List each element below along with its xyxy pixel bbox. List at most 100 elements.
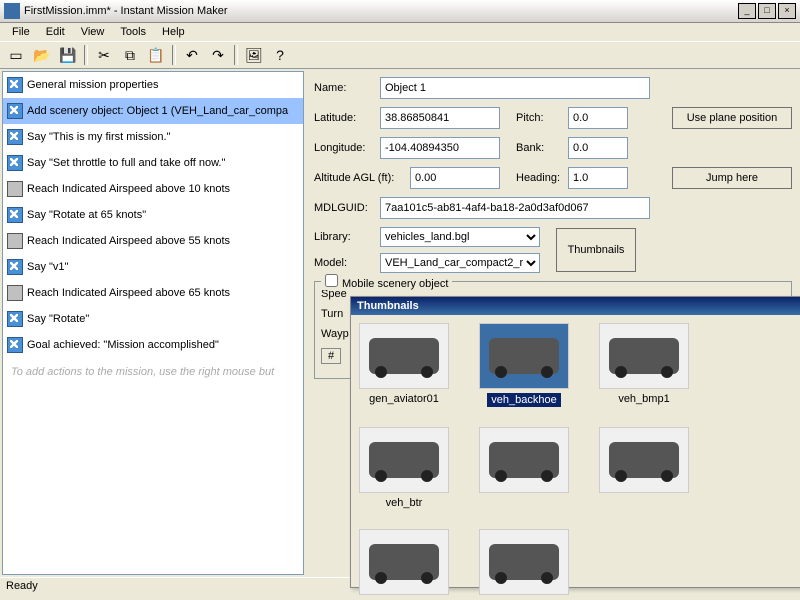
action-list[interactable]: General mission properties Add scenery ob… — [2, 71, 304, 575]
library-select[interactable]: vehicles_land.bgl — [380, 227, 540, 247]
list-item[interactable]: Say "Rotate at 65 knots" — [3, 202, 303, 228]
thumbnail-item[interactable] — [479, 427, 569, 509]
action-icon — [7, 207, 23, 223]
list-item-label: Goal achieved: "Mission accomplished" — [27, 339, 219, 351]
latitude-input[interactable] — [380, 107, 500, 129]
model-select[interactable]: VEH_Land_car_compact2_red — [380, 253, 540, 273]
list-item[interactable]: General mission properties — [3, 72, 303, 98]
list-item[interactable]: Goal achieved: "Mission accomplished" — [3, 332, 303, 358]
menu-edit[interactable]: Edit — [38, 24, 73, 40]
thumbnail-item[interactable]: veh_backhoe — [479, 323, 569, 407]
titlebar: FirstMission.imm* - Instant Mission Make… — [0, 0, 800, 23]
gauge-icon — [7, 285, 23, 301]
minimize-button[interactable]: _ — [738, 3, 756, 19]
action-icon — [7, 77, 23, 93]
close-button[interactable]: × — [778, 3, 796, 19]
open-icon[interactable]: 📂 — [30, 43, 54, 67]
toolbar: ▭📂💾 ✂⧉📋 ↶↷ 🖼? — [0, 42, 800, 69]
bank-input[interactable] — [568, 137, 628, 159]
new-icon[interactable]: ▭ — [4, 43, 28, 67]
thumbnail-label: veh_btr — [386, 497, 423, 509]
altitude-input[interactable] — [410, 167, 500, 189]
action-icon — [7, 155, 23, 171]
name-label: Name: — [314, 82, 374, 94]
thumbnails-title: Thumbnails — [351, 297, 800, 315]
altitude-label: Altitude AGL (ft): — [314, 172, 404, 184]
vehicle-icon — [359, 427, 449, 493]
copy-icon[interactable]: ⧉ — [118, 43, 142, 67]
list-item-label: Say "Rotate at 65 knots" — [27, 209, 146, 221]
gauge-icon — [7, 181, 23, 197]
save-icon[interactable]: 💾 — [56, 43, 80, 67]
use-plane-position-button[interactable]: Use plane position — [672, 107, 792, 129]
thumbnail-item[interactable]: veh_btr — [359, 427, 449, 509]
list-item-label: General mission properties — [27, 79, 158, 91]
paste-icon[interactable]: 📋 — [144, 43, 168, 67]
menu-view[interactable]: View — [73, 24, 113, 40]
vehicle-icon — [359, 323, 449, 389]
action-icon — [7, 259, 23, 275]
bank-label: Bank: — [516, 142, 562, 154]
action-icon — [7, 129, 23, 145]
jump-here-button[interactable]: Jump here — [672, 167, 792, 189]
list-item[interactable]: Add scenery object: Object 1 (VEH_Land_c… — [3, 98, 303, 124]
thumbnails-button[interactable]: Thumbnails — [556, 228, 636, 272]
list-item-label: Reach Indicated Airspeed above 55 knots — [27, 235, 230, 247]
thumbnail-label: veh_bmp1 — [618, 393, 669, 405]
list-item[interactable]: Reach Indicated Airspeed above 10 knots — [3, 176, 303, 202]
vehicle-icon — [479, 529, 569, 595]
cut-icon[interactable]: ✂ — [92, 43, 116, 67]
list-item-label: Say "Set throttle to full and take off n… — [27, 157, 225, 169]
pitch-input[interactable] — [568, 107, 628, 129]
list-item-label: Reach Indicated Airspeed above 10 knots — [27, 183, 230, 195]
vehicle-icon — [599, 427, 689, 493]
sidebar-hint: To add actions to the mission, use the r… — [3, 358, 303, 386]
menu-tools[interactable]: Tools — [112, 24, 154, 40]
name-input[interactable] — [380, 77, 650, 99]
list-item[interactable]: Say "Rotate" — [3, 306, 303, 332]
menubar: FileEditViewToolsHelp — [0, 23, 800, 42]
redo-icon[interactable]: ↷ — [206, 43, 230, 67]
latitude-label: Latitude: — [314, 112, 374, 124]
mdlguid-label: MDLGUID: — [314, 202, 374, 214]
thumbnail-item[interactable]: gen_aviator01 — [359, 323, 449, 407]
gauge-icon — [7, 233, 23, 249]
undo-icon[interactable]: ↶ — [180, 43, 204, 67]
waypoint-hash: # — [321, 348, 341, 364]
mobile-scenery-checkbox[interactable] — [325, 274, 338, 287]
thumbnail-label: veh_backhoe — [487, 393, 560, 407]
heading-label: Heading: — [516, 172, 562, 184]
longitude-input[interactable] — [380, 137, 500, 159]
vehicle-icon — [359, 529, 449, 595]
thumbnails-panel: Thumbnails gen_aviator01 veh_backhoe veh_b… — [350, 296, 800, 588]
list-item-label: Reach Indicated Airspeed above 65 knots — [27, 287, 230, 299]
list-item-label: Say "This is my first mission." — [27, 131, 171, 143]
status-text: Ready — [6, 580, 38, 592]
thumbnail-item[interactable] — [479, 529, 569, 599]
action-icon — [7, 103, 23, 119]
window-title: FirstMission.imm* - Instant Mission Make… — [24, 5, 738, 17]
heading-input[interactable] — [568, 167, 628, 189]
library-label: Library: — [314, 231, 374, 243]
mdlguid-input[interactable] — [380, 197, 650, 219]
thumbnail-label: gen_aviator01 — [369, 393, 439, 405]
list-item[interactable]: Say "This is my first mission." — [3, 124, 303, 150]
vehicle-icon — [599, 323, 689, 389]
menu-file[interactable]: File — [4, 24, 38, 40]
list-item-label: Say "v1" — [27, 261, 68, 273]
list-item[interactable]: Reach Indicated Airspeed above 55 knots — [3, 228, 303, 254]
app-icon — [4, 3, 20, 19]
list-item-label: Say "Rotate" — [27, 313, 89, 325]
help-icon[interactable]: ? — [268, 43, 292, 67]
thumbnail-item[interactable]: veh_bmp1 — [599, 323, 689, 407]
thumbnail-item[interactable] — [359, 529, 449, 599]
maximize-button[interactable]: □ — [758, 3, 776, 19]
list-item[interactable]: Say "Set throttle to full and take off n… — [3, 150, 303, 176]
list-item[interactable]: Say "v1" — [3, 254, 303, 280]
thumbnail-item[interactable] — [599, 427, 689, 509]
longitude-label: Longitude: — [314, 142, 374, 154]
list-item[interactable]: Reach Indicated Airspeed above 65 knots — [3, 280, 303, 306]
menu-help[interactable]: Help — [154, 24, 193, 40]
image-icon[interactable]: 🖼 — [242, 43, 266, 67]
action-icon — [7, 337, 23, 353]
